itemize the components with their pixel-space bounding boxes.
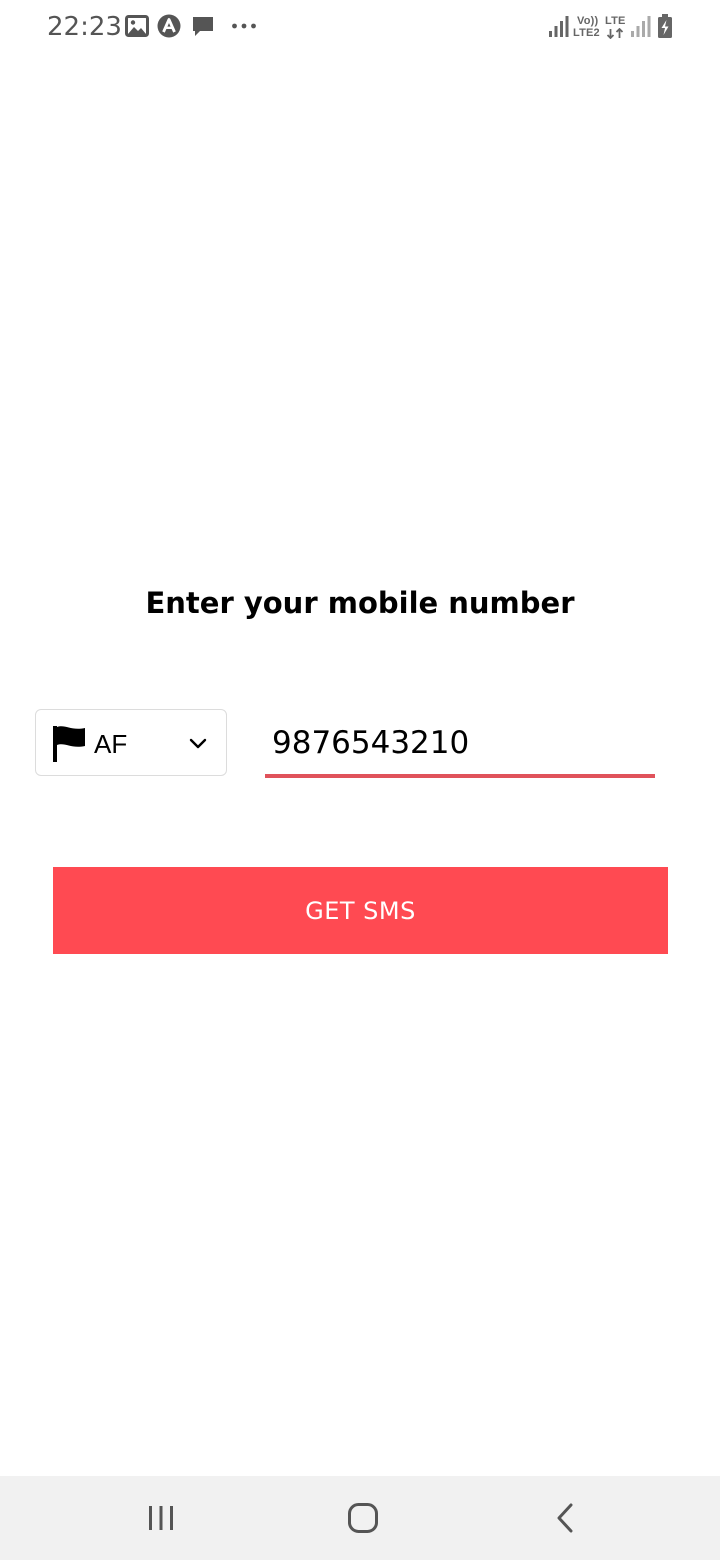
country-select[interactable]: AF [35,709,227,776]
status-time: 22:23 [47,12,122,42]
network-label-lte2: LTE2 [573,27,600,39]
get-sms-button[interactable]: GET SMS [53,867,668,954]
back-icon [557,1503,573,1533]
chevron-down-icon [189,738,207,749]
back-button[interactable] [535,1490,595,1546]
image-icon [125,15,149,37]
signal-icon [549,16,569,37]
status-bar: 22:23 Vo)) LTE2 LTE [0,0,720,56]
recents-icon [149,1506,173,1530]
screen: 22:23 Vo)) LTE2 LTE Enter your mobile nu… [0,0,720,1560]
phone-field[interactable] [265,712,655,778]
signal-icon [631,16,651,37]
nav-bar [0,1476,720,1560]
recents-button[interactable] [131,1490,191,1546]
home-button[interactable] [333,1490,393,1546]
flag-icon [53,726,85,762]
phone-underline [265,774,655,778]
phone-input[interactable] [265,712,655,774]
battery-charging-icon [658,14,672,38]
app-a-icon [157,14,181,38]
network-label-lte: LTE [605,15,626,27]
country-code: AF [94,729,128,759]
more-dots-icon [232,23,256,29]
page-title: Enter your mobile number [145,586,575,620]
network-label-volte: Vo)) [577,15,599,27]
home-icon [348,1503,378,1533]
data-arrows-icon [606,28,624,39]
message-icon [193,17,213,36]
